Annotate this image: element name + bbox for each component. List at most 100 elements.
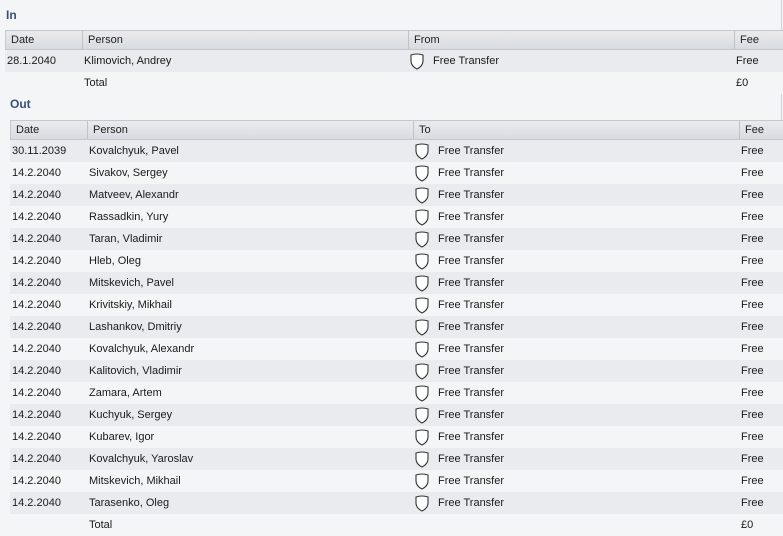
out-table-row[interactable]: 14.2.2040 Krivitskiy, Mikhail Free Transfe…: [10, 294, 783, 316]
transfer-date: 14.2.2040: [12, 475, 61, 487]
in-total-row: Total £0: [5, 72, 783, 94]
club-cell[interactable]: Free Transfer: [413, 362, 739, 380]
club-cell[interactable]: Free Transfer: [413, 164, 739, 182]
transfer-date: 14.2.2040: [12, 343, 61, 355]
in-header-date[interactable]: Date: [5, 31, 82, 49]
club-cell[interactable]: Free Transfer: [413, 428, 739, 446]
club-cell[interactable]: Free Transfer: [413, 230, 739, 248]
club-cell[interactable]: Free Transfer: [413, 186, 739, 204]
club-name: Free Transfer: [438, 387, 505, 399]
out-table-row[interactable]: 14.2.2040 Lashankov, Dmitriy Free Transfer…: [10, 316, 783, 338]
out-table-row[interactable]: 14.2.2040 Mitskevich, Mikhail Free Transfe…: [10, 470, 783, 492]
person-name[interactable]: Kovalchyuk, Alexandr: [87, 343, 413, 355]
transfer-fee: Free: [741, 497, 764, 509]
out-table-row[interactable]: 14.2.2040 Kalitovich, Vladimir Free Transf…: [10, 360, 783, 382]
shield-icon: [415, 340, 429, 358]
person-name[interactable]: Mitskevich, Pavel: [87, 277, 413, 289]
transfer-fee: Free: [741, 167, 764, 179]
out-transfers-table: Date Person To Fee 30.11.2039 Kovalchyuk,…: [10, 120, 783, 536]
transfer-fee: Free: [741, 321, 764, 333]
transfer-fee: Free: [741, 475, 764, 487]
in-section-title: In: [6, 8, 17, 22]
shield-icon: [415, 450, 429, 468]
transfer-date: 14.2.2040: [12, 233, 61, 245]
out-table-row[interactable]: 14.2.2040 Matveev, Alexandr Free Transfer F…: [10, 184, 783, 206]
person-name[interactable]: Mitskevich, Mikhail: [87, 475, 413, 487]
out-table-row[interactable]: 14.2.2040 Rassadkin, Yury Free Transfer Fre…: [10, 206, 783, 228]
person-name[interactable]: Kubarev, Igor: [87, 431, 413, 443]
club-cell[interactable]: Free Transfer: [413, 450, 739, 468]
out-table-row[interactable]: 14.2.2040 Tarasenko, Oleg Free Transfer Fre…: [10, 492, 783, 514]
out-table-row[interactable]: 14.2.2040 Kovalchyuk, Alexandr Free Transf…: [10, 338, 783, 360]
club-name: Free Transfer: [438, 453, 505, 465]
transfer-date: 14.2.2040: [12, 409, 61, 421]
person-name[interactable]: Sivakov, Sergey: [87, 167, 413, 179]
person-name[interactable]: Kovalchyuk, Yaroslav: [87, 453, 413, 465]
out-table-row[interactable]: 14.2.2040 Kuchyuk, Sergey Free Transfer Fre…: [10, 404, 783, 426]
person-name[interactable]: Lashankov, Dmitriy: [87, 321, 413, 333]
club-cell[interactable]: Free Transfer: [413, 318, 739, 336]
person-name[interactable]: Tarasenko, Oleg: [87, 497, 413, 509]
in-header-fee[interactable]: Fee: [734, 31, 783, 49]
shield-icon: [415, 142, 429, 160]
shield-icon: [415, 296, 429, 314]
person-name[interactable]: Kuchyuk, Sergey: [87, 409, 413, 421]
shield-icon: [415, 252, 429, 270]
transfer-date: 14.2.2040: [12, 211, 61, 223]
out-table-row[interactable]: 14.2.2040 Sivakov, Sergey Free Transfer Fre…: [10, 162, 783, 184]
in-header-from[interactable]: From: [408, 31, 734, 49]
club-cell[interactable]: Free Transfer: [413, 494, 739, 512]
out-header-person[interactable]: Person: [87, 121, 413, 139]
person-name[interactable]: Kovalchyuk, Pavel: [87, 145, 413, 157]
club-cell[interactable]: Free Transfer: [413, 406, 739, 424]
out-table-row[interactable]: 14.2.2040 Taran, Vladimir Free Transfer Fre…: [10, 228, 783, 250]
club-cell[interactable]: Free Transfer: [413, 340, 739, 358]
club-cell[interactable]: Free Transfer: [413, 208, 739, 226]
out-table-row[interactable]: 30.11.2039 Kovalchyuk, Pavel Free Transfer…: [10, 140, 783, 162]
out-header-date[interactable]: Date: [10, 121, 87, 139]
club-name: Free Transfer: [438, 409, 505, 421]
club-cell[interactable]: Free Transfer: [408, 52, 734, 70]
person-name[interactable]: Matveev, Alexandr: [87, 189, 413, 201]
club-name: Free Transfer: [438, 343, 505, 355]
person-name[interactable]: Zamara, Artem: [87, 387, 413, 399]
person-name[interactable]: Klimovich, Andrey: [82, 55, 408, 67]
out-table-row[interactable]: 14.2.2040 Kubarev, Igor Free Transfer Free: [10, 426, 783, 448]
out-header-fee[interactable]: Fee: [739, 121, 783, 139]
club-cell[interactable]: Free Transfer: [413, 296, 739, 314]
out-table-row[interactable]: 14.2.2040 Zamara, Artem Free Transfer Free: [10, 382, 783, 404]
in-header-person[interactable]: Person: [82, 31, 408, 49]
shield-icon: [410, 52, 424, 70]
club-cell[interactable]: Free Transfer: [413, 274, 739, 292]
club-cell[interactable]: Free Transfer: [413, 472, 739, 490]
person-name[interactable]: Taran, Vladimir: [87, 233, 413, 245]
transfer-date: 14.2.2040: [12, 387, 61, 399]
out-total-fee: £0: [741, 519, 754, 531]
out-table-row[interactable]: 14.2.2040 Mitskevich, Pavel Free Transfer F…: [10, 272, 783, 294]
person-name[interactable]: Krivitskiy, Mikhail: [87, 299, 413, 311]
in-table-row[interactable]: 28.1.2040 Klimovich, Andrey Free Transfer F…: [5, 50, 783, 72]
person-name[interactable]: Rassadkin, Yury: [87, 211, 413, 223]
club-name: Free Transfer: [438, 475, 505, 487]
club-name: Free Transfer: [438, 321, 505, 333]
club-name: Free Transfer: [438, 365, 505, 377]
out-section-title: Out: [10, 97, 31, 111]
transfer-date: 14.2.2040: [12, 431, 61, 443]
shield-icon: [415, 428, 429, 446]
club-cell[interactable]: Free Transfer: [413, 142, 739, 160]
out-header-to[interactable]: To: [413, 121, 739, 139]
club-name: Free Transfer: [438, 167, 505, 179]
club-cell[interactable]: Free Transfer: [413, 384, 739, 402]
club-name: Free Transfer: [438, 233, 505, 245]
club-cell[interactable]: Free Transfer: [413, 252, 739, 270]
transfer-date: 28.1.2040: [7, 55, 56, 67]
out-table-row[interactable]: 14.2.2040 Kovalchyuk, Yaroslav Free Transf…: [10, 448, 783, 470]
person-name[interactable]: Hleb, Oleg: [87, 255, 413, 267]
shield-icon: [415, 230, 429, 248]
person-name[interactable]: Kalitovich, Vladimir: [87, 365, 413, 377]
out-total-label: Total: [89, 519, 113, 531]
out-table-row[interactable]: 14.2.2040 Hleb, Oleg Free Transfer Free: [10, 250, 783, 272]
transfer-fee: Free: [741, 387, 764, 399]
club-name: Free Transfer: [438, 497, 505, 509]
transfer-date: 14.2.2040: [12, 277, 61, 289]
